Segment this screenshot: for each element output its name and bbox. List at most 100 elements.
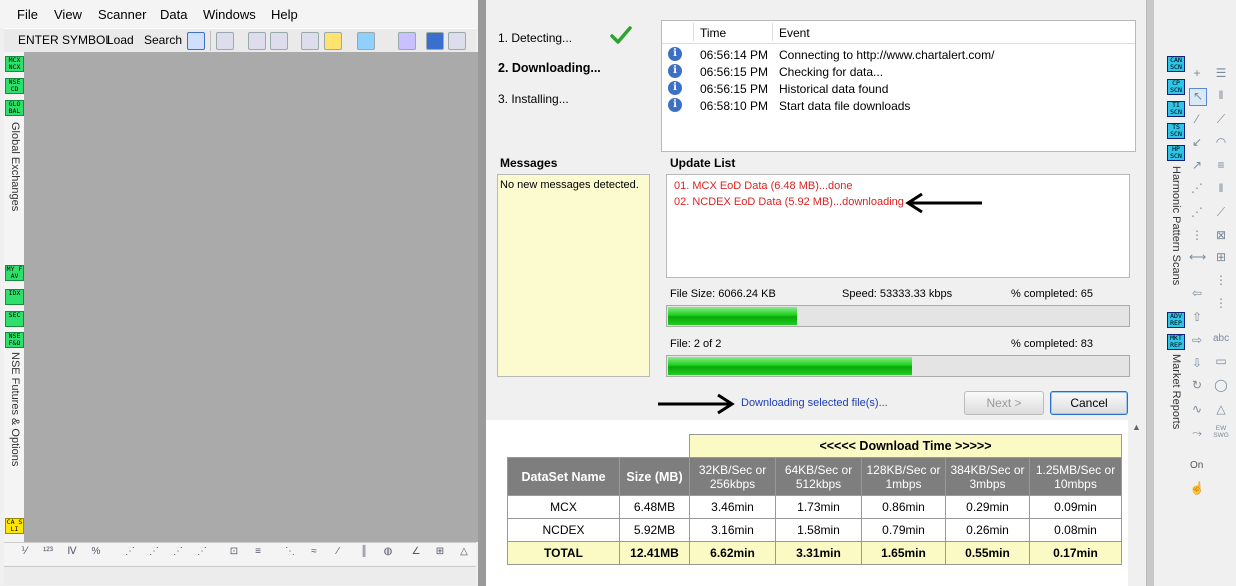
fib-levels-icon[interactable]: % [88, 546, 104, 560]
fib-projection-icon[interactable]: ⋮ [1213, 296, 1229, 312]
fib-123-icon[interactable]: ¹²³ [40, 546, 56, 560]
triangle-icon[interactable]: △ [1213, 402, 1229, 418]
print-preview-icon[interactable] [270, 32, 288, 50]
scroll-up-icon[interactable]: ▲ [1132, 422, 1141, 432]
gann-fan-icon[interactable]: ⟋ [1213, 205, 1229, 221]
channel-icon[interactable]: ⋰ [1189, 181, 1205, 197]
arc-icon[interactable]: ◠ [1213, 135, 1229, 151]
vbars-icon[interactable]: ‖ [1213, 88, 1229, 104]
time-column-header[interactable]: Time [700, 26, 726, 40]
text-align-icon[interactable]: ≡ [250, 546, 266, 560]
gann-grid-icon[interactable]: ⊠ [1213, 228, 1229, 244]
hline-icon[interactable]: ☰ [1213, 66, 1229, 82]
vertical-line-icon[interactable]: ⋮ [1189, 228, 1205, 244]
menu-scanner[interactable]: Scanner [98, 7, 146, 22]
globe-icon[interactable] [426, 32, 444, 50]
menu-view[interactable]: View [54, 7, 82, 22]
arrow-up-icon[interactable]: ⇧ [1189, 310, 1205, 326]
bars-icon[interactable]: ║ [356, 546, 372, 560]
horizontal-line-icon[interactable]: ⟷ [1189, 250, 1206, 266]
indicator-icon[interactable] [324, 32, 342, 50]
extended-line-icon[interactable]: ↗ [1189, 158, 1205, 174]
fan-icon[interactable]: ⟋ [1213, 112, 1229, 128]
cell-dataset: MCX [507, 495, 620, 519]
angle-icon[interactable]: ∠ [408, 546, 424, 560]
adv-rep-button[interactable]: ADV REP [1167, 312, 1185, 328]
ts-scn-button[interactable]: TS SCN [1167, 123, 1185, 139]
arrow-right-icon[interactable]: ⇨ [1189, 333, 1205, 349]
cancel-button[interactable]: Cancel [1050, 391, 1128, 415]
network-icon[interactable] [398, 32, 416, 50]
grid-icon[interactable]: ⊞ [1213, 250, 1229, 266]
cell-time: 0.86min [861, 495, 946, 519]
my-scan-icon[interactable] [357, 32, 375, 50]
mcx-ncx-button[interactable]: MCX NCX [5, 56, 24, 72]
window-icon[interactable] [448, 32, 466, 50]
window-border [1147, 0, 1154, 586]
cycle-icon[interactable]: ↻ [1189, 378, 1205, 394]
chart-type-icon[interactable] [187, 32, 205, 50]
draw-icon[interactable] [301, 32, 319, 50]
ellipse-icon[interactable]: ◯ [1213, 378, 1229, 394]
rectangle-icon[interactable]: ▭ [1213, 354, 1229, 370]
chart-workspace[interactable] [24, 52, 478, 542]
hand-icon[interactable]: ☝ [1189, 481, 1205, 497]
text-tool-icon[interactable]: abc [1213, 333, 1229, 344]
messages-box: No new messages detected. [497, 174, 650, 377]
idx-button[interactable]: IDX [5, 289, 24, 305]
ew-swing-icon[interactable]: EW SWG [1213, 425, 1229, 439]
wave-icon-2[interactable]: ⋰ [146, 546, 162, 560]
vertical-scrollbar[interactable]: ▲ [1128, 420, 1146, 586]
wave-count-icon[interactable]: ∿ [1189, 402, 1205, 418]
print-icon[interactable] [248, 32, 266, 50]
grid-icon[interactable]: ⊞ [432, 546, 448, 560]
time-zone-icon[interactable]: ‖ [1213, 181, 1229, 197]
enter-symbol-button[interactable]: ENTER SYMBOL [18, 33, 112, 47]
cell-time: 0.29min [945, 495, 1030, 519]
ti-scn-button[interactable]: TI SCN [1167, 101, 1185, 117]
pattern-icon[interactable]: ⤳ [1189, 426, 1205, 442]
trend-icon-2[interactable]: ≈ [306, 546, 322, 560]
arrow-down-icon[interactable]: ⇩ [1189, 356, 1205, 372]
ca-sli-button[interactable]: CA SLI [5, 518, 24, 534]
crosshair-icon[interactable]: + [1189, 66, 1205, 82]
menu-help[interactable]: Help [271, 7, 298, 22]
mkt-rep-button[interactable]: MKT REP [1167, 334, 1185, 350]
save-icon[interactable] [216, 32, 234, 50]
fib-ratio-icon[interactable]: ⅟ [16, 546, 32, 560]
on-label[interactable]: On [1190, 460, 1203, 471]
global-button[interactable]: GLO BAL [5, 100, 24, 116]
trend-icon-1[interactable]: ⋱ [282, 546, 298, 560]
search-button[interactable]: Search [144, 33, 182, 47]
dna-icon[interactable]: ◍ [380, 546, 396, 560]
wave-icon-4[interactable]: ⋰ [194, 546, 210, 560]
load-button[interactable]: Load [107, 33, 134, 47]
can-scn-button[interactable]: CAN SCN [1167, 56, 1185, 72]
hp-scn-button[interactable]: HP SCN [1167, 145, 1185, 161]
menu-file[interactable]: File [17, 7, 38, 22]
table-total-row: TOTAL 12.41MB 6.62min 3.31min 1.65min 0.… [507, 541, 1122, 565]
nse-fo-button[interactable]: NSE F&O [5, 332, 24, 348]
retracement-icon[interactable]: ≡ [1213, 158, 1229, 174]
menu-data[interactable]: Data [160, 7, 187, 22]
pointer-icon[interactable]: ↖ [1189, 88, 1207, 106]
sec-button[interactable]: SEC [5, 311, 24, 327]
fib-n123-icon[interactable]: Ⅳ [64, 546, 80, 560]
cp-scn-button[interactable]: CP SCN [1167, 79, 1185, 95]
ray-icon[interactable]: ↙ [1189, 135, 1205, 151]
fib-extension-icon[interactable]: ⋮ [1213, 273, 1229, 289]
wave-icon-3[interactable]: ⋰ [170, 546, 186, 560]
next-button[interactable]: Next > [964, 391, 1044, 415]
parallel-icon[interactable]: ⋰ [1189, 205, 1205, 221]
triangle-icon[interactable]: △ [456, 546, 472, 560]
line-icon[interactable]: ⁄ [1189, 112, 1205, 128]
nse-cd-button[interactable]: NSE CD [5, 78, 24, 94]
zoom-icon[interactable]: ⊡ [226, 546, 242, 560]
my-fav-button[interactable]: MY FAV [5, 265, 24, 281]
info-icon: i [668, 47, 682, 61]
trend-icon-3[interactable]: ⁄ [330, 546, 346, 560]
menu-windows[interactable]: Windows [203, 7, 256, 22]
wave-icon-1[interactable]: ⋰ [122, 546, 138, 560]
arrow-left-icon[interactable]: ⇦ [1189, 286, 1205, 302]
event-column-header[interactable]: Event [779, 26, 810, 40]
